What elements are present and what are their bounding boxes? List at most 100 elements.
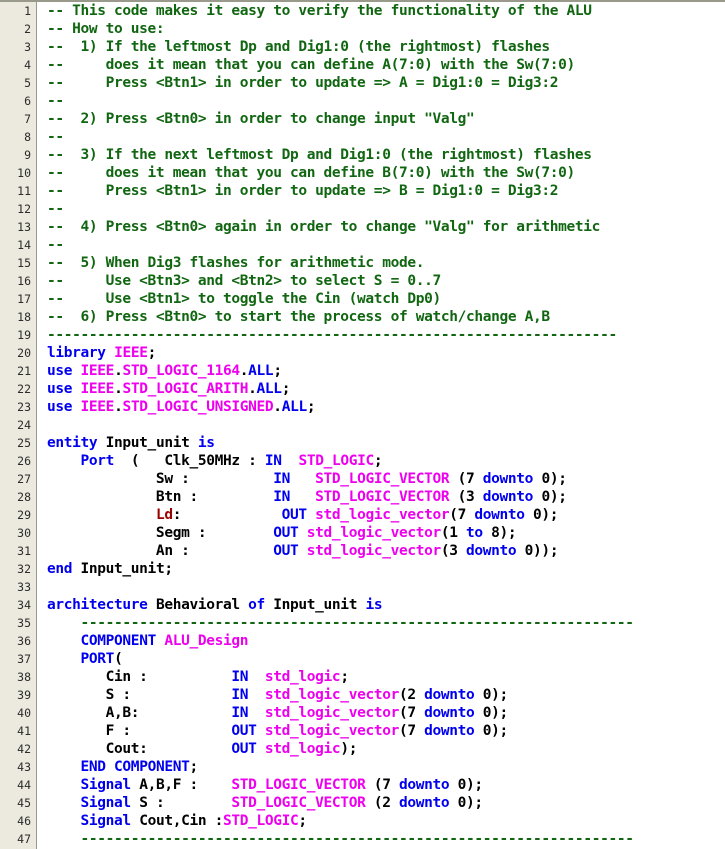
code-line[interactable]: 26 Port ( Clk_50MHz : IN STD_LOGIC;: [0, 452, 725, 470]
code-line[interactable]: 4 -- does it mean that you can define A(7…: [0, 56, 725, 74]
code-line-text[interactable]: -- does it mean that you can define A(7:…: [47, 56, 725, 74]
code-line-text[interactable]: S : IN std_logic_vector(2 downto 0);: [47, 686, 725, 704]
code-line[interactable]: 10 -- does it mean that you can define B(…: [0, 164, 725, 182]
code-line-text[interactable]: ----------------------------------------…: [47, 326, 725, 344]
token-err: Ld: [155, 507, 173, 523]
code-line[interactable]: 17 -- Use <Btn1> to toggle the Cin (watch…: [0, 290, 725, 308]
token-kw: downto: [424, 687, 475, 703]
code-line[interactable]: 29 Ld: OUT std_logic_vector(7 downto 0);: [0, 506, 725, 524]
code-line[interactable]: 39 S : IN std_logic_vector(2 downto 0);: [0, 686, 725, 704]
code-line[interactable]: 22 use IEEE.STD_LOGIC_ARITH.ALL;: [0, 380, 725, 398]
code-line-text[interactable]: --: [47, 236, 725, 254]
code-line[interactable]: 40 A,B: IN std_logic_vector(7 downto 0);: [0, 704, 725, 722]
code-line[interactable]: 12 --: [0, 200, 725, 218]
code-lines-container[interactable]: 1 -- This code makes it easy to verify th…: [0, 2, 725, 848]
code-line[interactable]: 25 entity Input_unit is: [0, 434, 725, 452]
code-line-text[interactable]: END COMPONENT;: [47, 758, 725, 776]
code-line[interactable]: 43 END COMPONENT;: [0, 758, 725, 776]
code-line-text[interactable]: -- 3) If the next leftmost Dp and Dig1:0…: [47, 146, 725, 164]
code-line[interactable]: 19 --------------------------------------…: [0, 326, 725, 344]
code-line[interactable]: 11 -- Press <Btn1> in order to update => …: [0, 182, 725, 200]
code-line-text[interactable]: -- How to use:: [47, 20, 725, 38]
code-line-text[interactable]: Sw : IN STD_LOGIC_VECTOR (7 downto 0);: [47, 470, 725, 488]
code-line-text[interactable]: -- does it mean that you can define B(7:…: [47, 164, 725, 182]
code-line-text[interactable]: Btn : IN STD_LOGIC_VECTOR (3 downto 0);: [47, 488, 725, 506]
code-editor[interactable]: 1 -- This code makes it easy to verify th…: [0, 0, 725, 849]
code-line[interactable]: 21 use IEEE.STD_LOGIC_1164.ALL;: [0, 362, 725, 380]
code-line[interactable]: 1 -- This code makes it easy to verify th…: [0, 2, 725, 20]
code-line[interactable]: 44 Signal A,B,F : STD_LOGIC_VECTOR (7 do…: [0, 776, 725, 794]
code-line-text[interactable]: An : OUT std_logic_vector(3 downto 0));: [47, 542, 725, 560]
code-line-text[interactable]: --: [47, 200, 725, 218]
code-line[interactable]: 27 Sw : IN STD_LOGIC_VECTOR (7 downto 0)…: [0, 470, 725, 488]
code-line[interactable]: 30 Segm : OUT std_logic_vector(1 to 8);: [0, 524, 725, 542]
code-line-text[interactable]: -- Use <Btn1> to toggle the Cin (watch D…: [47, 290, 725, 308]
code-line-text[interactable]: -- Press <Btn1> in order to update => A …: [47, 74, 725, 92]
token-cmt: ----------------------------------------…: [80, 615, 634, 631]
code-line-text[interactable]: Signal S : STD_LOGIC_VECTOR (2 downto 0)…: [47, 794, 725, 812]
code-line-text[interactable]: Segm : OUT std_logic_vector(1 to 8);: [47, 524, 725, 542]
code-line[interactable]: 8 --: [0, 128, 725, 146]
code-line[interactable]: 45 Signal S : STD_LOGIC_VECTOR (2 downto…: [0, 794, 725, 812]
code-line-text[interactable]: COMPONENT ALU_Design: [47, 632, 725, 650]
code-line-text[interactable]: -- 1) If the leftmost Dp and Dig1:0 (the…: [47, 38, 725, 56]
code-line[interactable]: 23 use IEEE.STD_LOGIC_UNSIGNED.ALL;: [0, 398, 725, 416]
code-line[interactable]: 14 --: [0, 236, 725, 254]
code-line[interactable]: 36 COMPONENT ALU_Design: [0, 632, 725, 650]
code-line-text[interactable]: -- Use <Btn3> and <Btn2> to select S = 0…: [47, 272, 725, 290]
code-line[interactable]: 9 -- 3) If the next leftmost Dp and Dig1:…: [0, 146, 725, 164]
code-line[interactable]: 31 An : OUT std_logic_vector(3 downto 0)…: [0, 542, 725, 560]
code-line[interactable]: 13 -- 4) Press <Btn0> again in order to c…: [0, 218, 725, 236]
code-line[interactable]: 41 F : OUT std_logic_vector(7 downto 0);: [0, 722, 725, 740]
code-line[interactable]: 32 end Input_unit;: [0, 560, 725, 578]
code-line-text[interactable]: Port ( Clk_50MHz : IN STD_LOGIC;: [47, 452, 725, 470]
code-line[interactable]: 6 --: [0, 92, 725, 110]
code-line-text[interactable]: Signal Cout,Cin :STD_LOGIC;: [47, 812, 725, 830]
code-line-text[interactable]: F : OUT std_logic_vector(7 downto 0);: [47, 722, 725, 740]
code-line-text[interactable]: -- This code makes it easy to verify the…: [47, 2, 725, 20]
code-line-text[interactable]: Signal A,B,F : STD_LOGIC_VECTOR (7 downt…: [47, 776, 725, 794]
code-line[interactable]: 34 architecture Behavioral of Input_unit …: [0, 596, 725, 614]
code-line-text[interactable]: -- Press <Btn1> in order to update => B …: [47, 182, 725, 200]
code-line-text[interactable]: use IEEE.STD_LOGIC_UNSIGNED.ALL;: [47, 398, 725, 416]
code-line[interactable]: 2 -- How to use:: [0, 20, 725, 38]
code-line[interactable]: 33: [0, 578, 725, 596]
code-line[interactable]: 47 -------------------------------------…: [0, 830, 725, 848]
code-line[interactable]: 28 Btn : IN STD_LOGIC_VECTOR (3 downto 0…: [0, 488, 725, 506]
code-line-text[interactable]: use IEEE.STD_LOGIC_1164.ALL;: [47, 362, 725, 380]
code-line[interactable]: 16 -- Use <Btn3> and <Btn2> to select S =…: [0, 272, 725, 290]
code-line[interactable]: 7 -- 2) Press <Btn0> in order to change i…: [0, 110, 725, 128]
code-line[interactable]: 18 -- 6) Press <Btn0> to start the proces…: [0, 308, 725, 326]
code-line-text[interactable]: end Input_unit;: [47, 560, 725, 578]
code-line-text[interactable]: use IEEE.STD_LOGIC_ARITH.ALL;: [47, 380, 725, 398]
code-line[interactable]: 38 Cin : IN std_logic;: [0, 668, 725, 686]
code-line-text[interactable]: -- 4) Press <Btn0> again in order to cha…: [47, 218, 725, 236]
code-line[interactable]: 3 -- 1) If the leftmost Dp and Dig1:0 (th…: [0, 38, 725, 56]
code-line-text[interactable]: -- 5) When Dig3 flashes for arithmetic m…: [47, 254, 725, 272]
code-line-text[interactable]: --: [47, 92, 725, 110]
token-id: (7: [449, 507, 475, 523]
code-line[interactable]: 37 PORT(: [0, 650, 725, 668]
code-line[interactable]: 24: [0, 416, 725, 434]
code-line[interactable]: 5 -- Press <Btn1> in order to update => A…: [0, 74, 725, 92]
code-line-text[interactable]: -- 6) Press <Btn0> to start the process …: [47, 308, 725, 326]
code-line-text[interactable]: Ld: OUT std_logic_vector(7 downto 0);: [47, 506, 725, 524]
code-line[interactable]: 15 -- 5) When Dig3 flashes for arithmetic…: [0, 254, 725, 272]
token-id: [298, 525, 306, 541]
code-line-text[interactable]: architecture Behavioral of Input_unit is: [47, 596, 725, 614]
code-line[interactable]: 46 Signal Cout,Cin :STD_LOGIC;: [0, 812, 725, 830]
code-line-text[interactable]: A,B: IN std_logic_vector(7 downto 0);: [47, 704, 725, 722]
code-line[interactable]: 20 library IEEE;: [0, 344, 725, 362]
code-line-text[interactable]: --: [47, 128, 725, 146]
code-line-text[interactable]: library IEEE;: [47, 344, 725, 362]
code-line-text[interactable]: -- 2) Press <Btn0> in order to change in…: [47, 110, 725, 128]
code-line[interactable]: 42 Cout: OUT std_logic);: [0, 740, 725, 758]
code-line-text[interactable]: ----------------------------------------…: [47, 830, 725, 848]
code-line-text[interactable]: Cin : IN std_logic;: [47, 668, 725, 686]
token-kw: downto: [482, 471, 534, 487]
code-line-text[interactable]: PORT(: [47, 650, 725, 668]
code-line[interactable]: 35 -------------------------------------…: [0, 614, 725, 632]
code-line-text[interactable]: entity Input_unit is: [47, 434, 725, 452]
code-line-text[interactable]: Cout: OUT std_logic);: [47, 740, 725, 758]
code-line-text[interactable]: ----------------------------------------…: [47, 614, 725, 632]
